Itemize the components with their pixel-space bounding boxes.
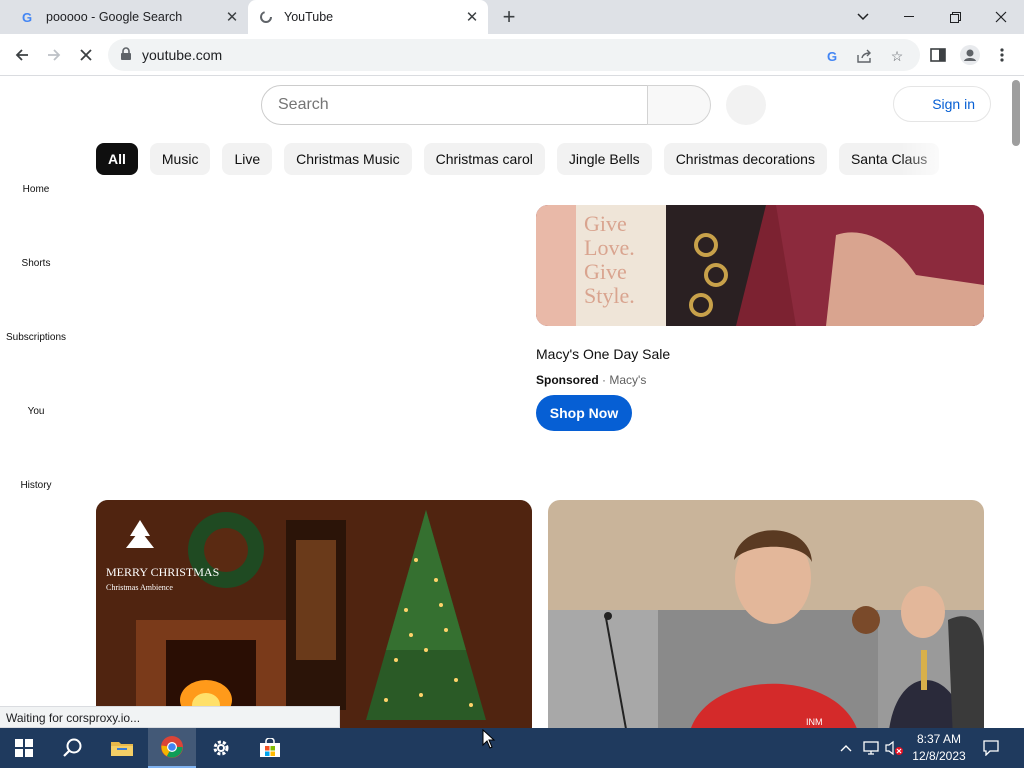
video-thumbnail[interactable]: INM (548, 500, 984, 728)
back-button[interactable] (8, 41, 36, 69)
close-tab-icon[interactable]: ✕ (220, 5, 244, 29)
chrome-icon (161, 736, 183, 758)
search-button[interactable] (647, 85, 711, 125)
network-icon[interactable] (862, 738, 880, 758)
taskbar-search-button[interactable] (48, 728, 96, 768)
store-icon (260, 738, 280, 757)
ad-thumbnail[interactable]: Give Love. Give Style. (536, 205, 984, 326)
loading-icon (258, 9, 274, 25)
status-bubble: Waiting for corsproxy.io... (0, 706, 340, 728)
chip-live[interactable]: Live (222, 143, 273, 175)
chip-christmas-music[interactable]: Christmas Music (284, 143, 412, 175)
restore-icon (949, 11, 961, 23)
close-icon (995, 11, 1007, 23)
svg-text:G: G (827, 49, 837, 63)
clock-time: 8:37 AM (916, 732, 962, 746)
tab-strip: G pooooo - Google Search ✕ YouTube ✕ + (0, 0, 1024, 34)
tab-title: pooooo - Google Search (46, 10, 183, 24)
sign-in-label: Sign in (932, 96, 975, 112)
close-tab-icon[interactable]: ✕ (460, 5, 484, 29)
guide-subscriptions[interactable]: Subscriptions (0, 332, 72, 343)
close-window-button[interactable] (978, 0, 1024, 34)
chevron-up-icon[interactable] (838, 738, 854, 758)
taskbar-store[interactable] (246, 728, 294, 768)
youtube-page: Search Sign in All Music Live Christmas Mus… (0, 77, 1024, 728)
shop-now-label: Shop Now (549, 405, 619, 421)
browser-toolbar: youtube.com G ☆ (0, 34, 1024, 76)
voice-search-button[interactable] (726, 85, 766, 125)
shop-now-button[interactable]: Shop Now (536, 395, 632, 431)
notifications-icon[interactable] (980, 738, 1002, 758)
google-icon: G (20, 9, 36, 25)
chip-bar: All Music Live Christmas Music Christmas car… (96, 143, 942, 177)
close-icon (80, 49, 92, 61)
guide-you[interactable]: You (0, 406, 72, 417)
file-explorer-icon (111, 742, 133, 756)
forward-arrow-icon (48, 49, 61, 61)
guide-history[interactable]: History (0, 480, 72, 491)
thumbnail-subcaption: Christmas Ambience (106, 583, 173, 592)
side-panel-icon[interactable] (928, 45, 948, 65)
chip-all[interactable]: All (96, 143, 138, 175)
more-menu-icon[interactable] (992, 45, 1012, 65)
new-tab-button[interactable]: + (496, 4, 522, 29)
chip-music[interactable]: Music (149, 143, 211, 175)
ad-image-text: Love. (584, 235, 635, 260)
svg-text:G: G (22, 10, 32, 24)
lock-icon (121, 47, 131, 60)
chip-christmas-decorations[interactable]: Christmas decorations (663, 143, 827, 175)
guide-shorts[interactable]: Shorts (0, 258, 72, 269)
url-text: youtube.com (142, 47, 223, 63)
profile-avatar-icon[interactable] (960, 45, 980, 65)
google-lens-icon[interactable]: G (824, 47, 842, 65)
taskbar-file-explorer[interactable] (98, 728, 146, 768)
search-icon (63, 738, 82, 757)
chevron-down-icon (857, 13, 869, 21)
chip-jingle-bells[interactable]: Jingle Bells (556, 143, 652, 175)
page-scrollbar[interactable] (1012, 80, 1020, 146)
start-button[interactable] (0, 728, 48, 768)
star-icon[interactable]: ☆ (888, 47, 906, 65)
taskbar: 8:37 AM 12/8/2023 (0, 728, 1024, 768)
tab-youtube[interactable]: YouTube ✕ (248, 0, 488, 34)
chip-bar-fade (900, 143, 960, 177)
meta-separator: · (602, 373, 607, 387)
sign-in-button[interactable]: Sign in (893, 86, 991, 122)
ad-image-text: Style. (584, 283, 635, 308)
share-icon[interactable] (856, 47, 874, 65)
restore-button[interactable] (932, 0, 978, 34)
thumbnail-caption: INM (806, 717, 823, 727)
back-arrow-icon (15, 49, 28, 61)
video-thumbnail[interactable]: MERRY CHRISTMAS Christmas Ambience (96, 500, 532, 728)
taskbar-chrome[interactable] (148, 728, 196, 768)
ad-advertiser: Macy's (609, 373, 647, 387)
thumbnail-caption: MERRY CHRISTMAS (106, 565, 219, 579)
tab-google-search[interactable]: G pooooo - Google Search ✕ (8, 0, 248, 34)
sponsored-label: Sponsored (536, 373, 599, 387)
ad-image-text: Give (584, 211, 627, 236)
minimize-icon (904, 16, 914, 17)
mouse-cursor-icon (482, 729, 496, 749)
taskbar-settings[interactable] (197, 728, 245, 768)
search-input[interactable]: Search (261, 85, 649, 125)
address-bar[interactable]: youtube.com G ☆ (108, 39, 920, 71)
forward-button[interactable] (40, 41, 68, 69)
start-icon (15, 739, 33, 757)
clock-date: 12/8/2023 (912, 749, 966, 763)
ad-title[interactable]: Macy's One Day Sale (536, 346, 670, 362)
settings-icon (213, 740, 229, 756)
ad-meta: Sponsored · Macy's (536, 373, 646, 387)
guide-home[interactable]: Home (0, 184, 72, 195)
tab-search-button[interactable] (840, 0, 886, 34)
chip-christmas-carol[interactable]: Christmas carol (423, 143, 545, 175)
stop-loading-button[interactable] (72, 41, 100, 69)
tab-title: YouTube (284, 10, 334, 24)
system-clock[interactable]: 8:37 AM 12/8/2023 (908, 731, 970, 765)
volume-muted-icon[interactable] (884, 738, 904, 758)
minimize-button[interactable] (886, 0, 932, 34)
ad-image-text: Give (584, 259, 627, 284)
